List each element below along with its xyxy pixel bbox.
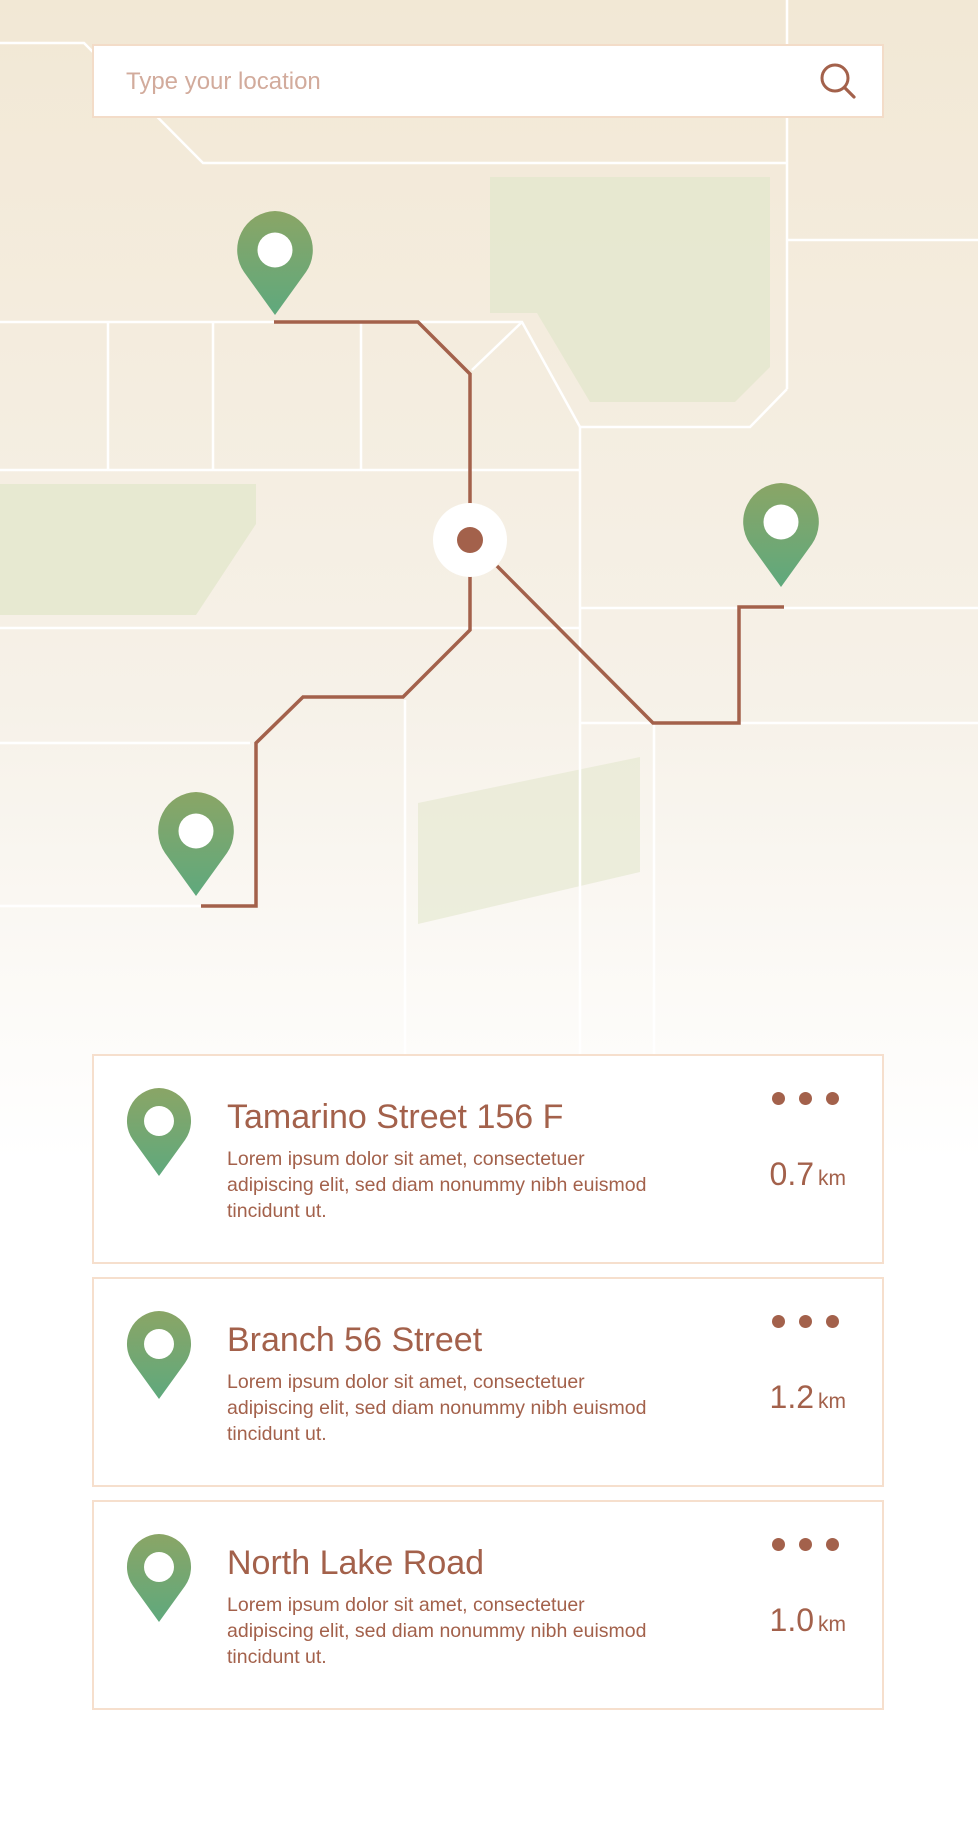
more-icon-dot	[772, 1315, 785, 1328]
more-options-button[interactable]	[772, 1313, 852, 1331]
search-button[interactable]	[818, 61, 858, 101]
location-pin-icon	[126, 1311, 192, 1399]
location-card[interactable]: Tamarino Street 156 F Lorem ipsum dolor …	[92, 1054, 884, 1264]
distance-value: 1.2	[769, 1379, 814, 1415]
more-icon-dot	[799, 1538, 812, 1551]
more-icon-dot	[799, 1092, 812, 1105]
search-icon	[820, 63, 856, 99]
more-icon-dot	[799, 1315, 812, 1328]
search-bar	[92, 44, 884, 118]
location-title: Tamarino Street 156 F	[227, 1098, 564, 1136]
more-icon-dot	[826, 1538, 839, 1551]
map-view[interactable]	[0, 0, 978, 1160]
map-canvas[interactable]	[0, 0, 978, 1160]
more-options-button[interactable]	[772, 1536, 852, 1554]
location-card[interactable]: Branch 56 Street Lorem ipsum dolor sit a…	[92, 1277, 884, 1487]
distance-unit: km	[818, 1613, 846, 1636]
more-icon-dot	[826, 1092, 839, 1105]
more-icon-dot	[772, 1538, 785, 1551]
more-options-button[interactable]	[772, 1090, 852, 1108]
more-icon-dot	[772, 1092, 785, 1105]
search-input[interactable]	[124, 46, 808, 118]
location-title: North Lake Road	[227, 1544, 485, 1582]
current-location-marker[interactable]	[433, 503, 507, 577]
distance-unit: km	[818, 1167, 846, 1190]
location-title: Branch 56 Street	[227, 1321, 483, 1359]
distance-readout: 1.0 km	[770, 1602, 846, 1639]
location-pin-icon	[126, 1534, 192, 1622]
distance-value: 0.7	[769, 1156, 814, 1192]
distance-unit: km	[818, 1390, 846, 1413]
location-description: Lorem ipsum dolor sit amet, consectetuer…	[227, 1148, 647, 1222]
location-description: Lorem ipsum dolor sit amet, consectetuer…	[227, 1371, 647, 1445]
distance-value: 1.0	[769, 1602, 814, 1638]
distance-readout: 1.2 km	[770, 1379, 846, 1416]
distance-readout: 0.7 km	[770, 1156, 846, 1193]
more-icon-dot	[826, 1315, 839, 1328]
location-description: Lorem ipsum dolor sit amet, consectetuer…	[227, 1594, 647, 1668]
location-card[interactable]: North Lake Road Lorem ipsum dolor sit am…	[92, 1500, 884, 1710]
location-pin-icon	[126, 1088, 192, 1176]
